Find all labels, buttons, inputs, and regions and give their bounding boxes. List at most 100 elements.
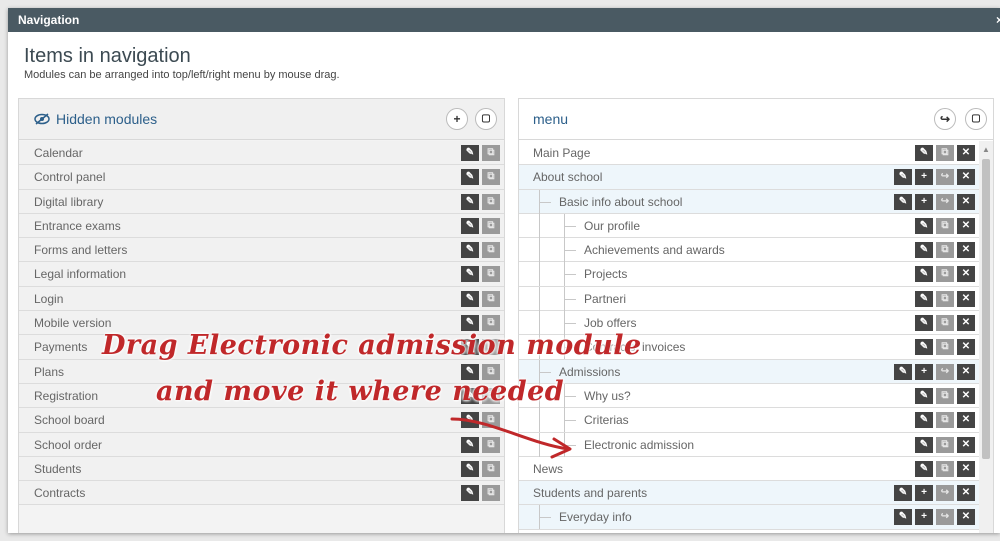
delete-icon[interactable]: ✕: [957, 242, 975, 259]
delete-icon[interactable]: ✕: [957, 339, 975, 356]
copy-button[interactable]: ▢: [475, 108, 497, 130]
edit-icon[interactable]: ✎: [461, 217, 479, 234]
list-item[interactable]: Calendar ✎ ⧉: [19, 141, 504, 166]
delete-icon[interactable]: ✕: [957, 436, 975, 453]
copy-icon[interactable]: ⧉: [482, 290, 500, 307]
edit-icon[interactable]: ✎: [461, 315, 479, 332]
menu-item[interactable]: Our profile ✎ ⧉ ✕: [519, 213, 979, 239]
add-icon[interactable]: +: [915, 193, 933, 210]
copy-button[interactable]: ▢: [965, 108, 987, 130]
edit-icon[interactable]: ✎: [915, 290, 933, 307]
edit-icon[interactable]: ✎: [915, 436, 933, 453]
menu-item[interactable]: Electronic admission ✎ ⧉ ✕: [519, 432, 979, 457]
delete-icon[interactable]: ✕: [957, 217, 975, 234]
edit-icon[interactable]: ✎: [461, 266, 479, 283]
copy-icon[interactable]: ⧉: [482, 266, 500, 283]
copy-icon[interactable]: ⧉: [936, 217, 954, 234]
copy-icon[interactable]: ⧉: [936, 436, 954, 453]
list-item[interactable]: Entrance exams ✎ ⧉: [19, 213, 504, 239]
indent-icon[interactable]: ↪: [936, 193, 954, 210]
list-item[interactable]: Control panel ✎ ⧉: [19, 165, 504, 190]
close-icon[interactable]: ×: [996, 8, 1000, 32]
edit-icon[interactable]: ✎: [461, 169, 479, 186]
copy-icon[interactable]: ⧉: [936, 290, 954, 307]
menu-item[interactable]: About school ✎ + ↪ ✕: [519, 165, 979, 190]
copy-icon[interactable]: ⧉: [936, 387, 954, 404]
copy-icon[interactable]: ⧉: [482, 485, 500, 502]
copy-icon[interactable]: ⧉: [936, 412, 954, 429]
delete-icon[interactable]: ✕: [957, 290, 975, 307]
edit-icon[interactable]: ✎: [894, 363, 912, 380]
delete-icon[interactable]: ✕: [957, 387, 975, 404]
delete-icon[interactable]: ✕: [957, 266, 975, 283]
delete-icon[interactable]: ✕: [957, 169, 975, 186]
copy-icon[interactable]: ⧉: [482, 315, 500, 332]
edit-icon[interactable]: ✎: [915, 242, 933, 259]
edit-icon[interactable]: ✎: [894, 485, 912, 502]
copy-icon[interactable]: ⧉: [936, 145, 954, 161]
edit-icon[interactable]: ✎: [894, 193, 912, 210]
add-icon[interactable]: +: [915, 509, 933, 526]
delete-icon[interactable]: ✕: [957, 145, 975, 161]
edit-icon[interactable]: ✎: [915, 315, 933, 332]
edit-icon[interactable]: ✎: [461, 193, 479, 210]
menu-item[interactable]: Criterias ✎ ⧉ ✕: [519, 408, 979, 433]
list-item[interactable]: Contracts ✎ ⧉: [19, 481, 504, 506]
edit-icon[interactable]: ✎: [915, 217, 933, 234]
menu-item[interactable]: Projects ✎ ⧉ ✕: [519, 262, 979, 287]
edit-icon[interactable]: ✎: [915, 460, 933, 477]
edit-icon[interactable]: ✎: [461, 145, 479, 161]
edit-icon[interactable]: ✎: [894, 509, 912, 526]
copy-icon[interactable]: ⧉: [936, 315, 954, 332]
delete-icon[interactable]: ✕: [957, 509, 975, 526]
add-button[interactable]: +: [446, 108, 468, 130]
copy-icon[interactable]: ⧉: [482, 169, 500, 186]
edit-icon[interactable]: ✎: [894, 169, 912, 186]
edit-icon[interactable]: ✎: [915, 339, 933, 356]
copy-icon[interactable]: ⧉: [482, 217, 500, 234]
copy-icon[interactable]: ⧉: [936, 242, 954, 259]
delete-icon[interactable]: ✕: [957, 315, 975, 332]
delete-icon[interactable]: ✕: [957, 363, 975, 380]
edit-icon[interactable]: ✎: [915, 412, 933, 429]
list-item[interactable]: School order ✎ ⧉: [19, 432, 504, 457]
delete-icon[interactable]: ✕: [957, 193, 975, 210]
list-item[interactable]: Login ✎ ⧉: [19, 286, 504, 312]
indent-icon[interactable]: ↪: [936, 169, 954, 186]
menu-item[interactable]: Why us? ✎ ⧉ ✕: [519, 383, 979, 409]
delete-icon[interactable]: ✕: [957, 460, 975, 477]
edit-icon[interactable]: ✎: [915, 387, 933, 404]
indent-icon[interactable]: ↪: [936, 363, 954, 380]
edit-icon[interactable]: ✎: [461, 485, 479, 502]
copy-icon[interactable]: ⧉: [482, 193, 500, 210]
edit-icon[interactable]: ✎: [915, 145, 933, 161]
menu-item[interactable]: Main Page ✎ ⧉ ✕: [519, 141, 979, 166]
menu-item[interactable]: Students and parents ✎ + ↪ ✕: [519, 481, 979, 506]
menu-item[interactable]: Achievements and awards ✎ ⧉ ✕: [519, 238, 979, 263]
scrollbar[interactable]: ▲: [979, 141, 993, 533]
scroll-up-icon[interactable]: ▲: [982, 145, 990, 154]
copy-icon[interactable]: ⧉: [482, 242, 500, 259]
menu-item[interactable]: News ✎ ⧉ ✕: [519, 456, 979, 482]
list-item[interactable]: Forms and letters ✎ ⧉: [19, 238, 504, 263]
edit-icon[interactable]: ✎: [461, 290, 479, 307]
copy-icon[interactable]: ⧉: [936, 460, 954, 477]
menu-item[interactable]: Partneri ✎ ⧉ ✕: [519, 286, 979, 312]
copy-icon[interactable]: ⧉: [936, 339, 954, 356]
indent-button[interactable]: ↪: [934, 108, 956, 130]
indent-icon[interactable]: ↪: [936, 485, 954, 502]
edit-icon[interactable]: ✎: [461, 460, 479, 477]
edit-icon[interactable]: ✎: [915, 266, 933, 283]
copy-icon[interactable]: ⧉: [482, 460, 500, 477]
list-item[interactable]: School board ✎ ⧉: [19, 408, 504, 433]
menu-item[interactable]: Everyday info ✎ + ↪ ✕: [519, 505, 979, 530]
delete-icon[interactable]: ✕: [957, 412, 975, 429]
delete-icon[interactable]: ✕: [957, 485, 975, 502]
add-icon[interactable]: +: [915, 363, 933, 380]
copy-icon[interactable]: ⧉: [482, 145, 500, 161]
add-icon[interactable]: +: [915, 169, 933, 186]
copy-icon[interactable]: ⧉: [936, 266, 954, 283]
scrollbar-thumb[interactable]: [982, 159, 990, 459]
indent-icon[interactable]: ↪: [936, 509, 954, 526]
list-item[interactable]: Legal information ✎ ⧉: [19, 262, 504, 287]
